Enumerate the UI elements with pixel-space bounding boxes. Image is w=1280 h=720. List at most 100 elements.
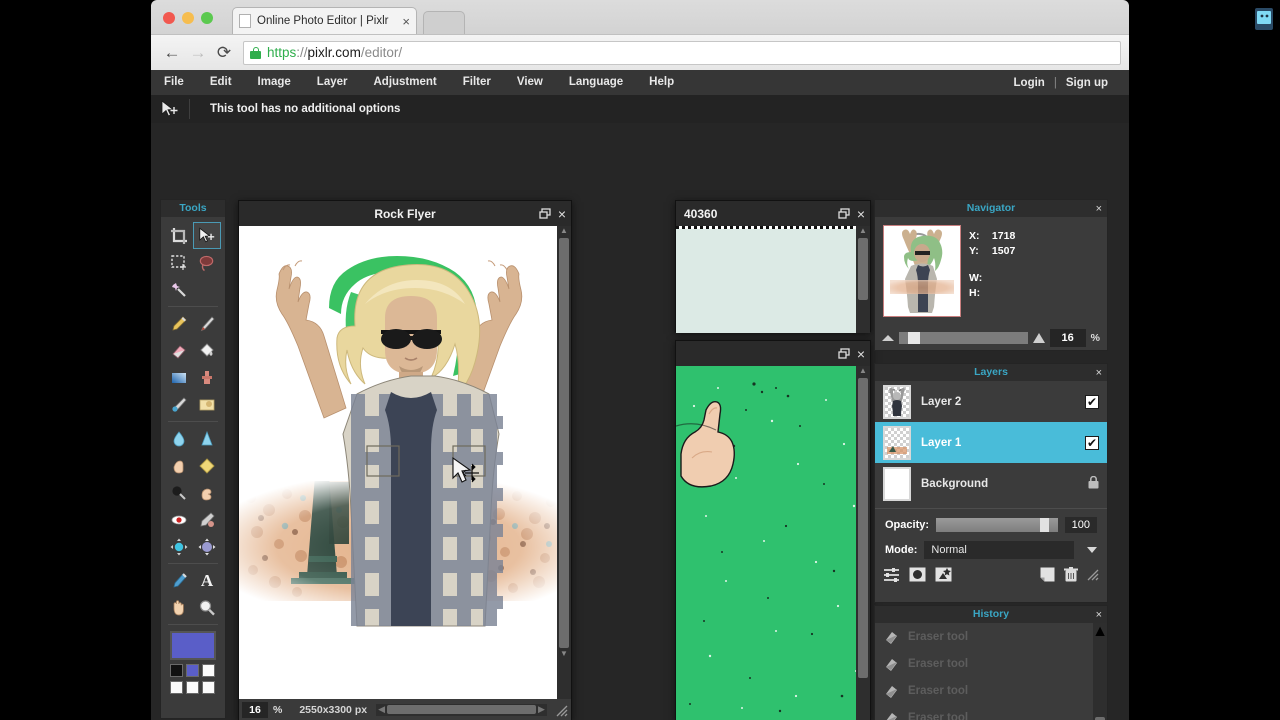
zoom-in-icon[interactable]: [1032, 333, 1045, 343]
tab-close-icon[interactable]: ×: [402, 14, 410, 29]
scroll-right-arrow[interactable]: ▶: [536, 704, 547, 715]
close-icon[interactable]: ×: [1096, 607, 1102, 624]
primary-color-swatch[interactable]: [170, 631, 216, 660]
history-list[interactable]: Eraser tool Eraser tool Eraser tool Eras…: [875, 623, 1108, 720]
layers-resize-handle[interactable]: [1087, 568, 1099, 586]
burn-tool-icon[interactable]: [193, 479, 221, 506]
history-item[interactable]: Eraser tool: [875, 704, 1107, 720]
opacity-value[interactable]: 100: [1064, 517, 1097, 533]
minimize-window-button[interactable]: [182, 12, 194, 24]
smudge-tool-icon[interactable]: [165, 452, 193, 479]
layer-row-background[interactable]: Background: [875, 463, 1107, 504]
spot-heal-tool-icon[interactable]: [193, 506, 221, 533]
back-icon[interactable]: ←: [159, 40, 185, 66]
sponge-tool-icon[interactable]: [193, 452, 221, 479]
restore-icon[interactable]: [539, 207, 551, 220]
color-replace-tool-icon[interactable]: [165, 391, 193, 418]
window-titlebar[interactable]: ×: [676, 341, 870, 366]
pinch-tool-icon[interactable]: [193, 533, 221, 560]
clone-stamp-tool-icon[interactable]: [193, 364, 221, 391]
close-icon[interactable]: ×: [1096, 201, 1102, 218]
window-canvas[interactable]: ▲: [676, 226, 870, 333]
hand-tool-icon[interactable]: [165, 594, 193, 621]
bloat-tool-icon[interactable]: [165, 533, 193, 560]
lasso-tool-icon[interactable]: [193, 249, 221, 276]
desktop-icon[interactable]: [1252, 6, 1276, 34]
mini-swatch-white-2[interactable]: [170, 681, 183, 694]
opacity-slider-handle[interactable]: [1039, 518, 1049, 532]
wand-select-tool-icon[interactable]: [165, 276, 193, 303]
image-window-rock-flyer[interactable]: Rock Flyer × ▲ ▼ 16 % 2550x3300 px ◀ ▶: [238, 200, 572, 720]
window-titlebar[interactable]: Rock Flyer ×: [239, 201, 571, 226]
blur-tool-icon[interactable]: [165, 425, 193, 452]
horizontal-scrollbar[interactable]: ◀ ▶: [376, 703, 547, 716]
window-titlebar[interactable]: 40360 ×: [676, 201, 870, 226]
login-link[interactable]: Login: [1005, 77, 1054, 89]
close-icon[interactable]: ×: [1096, 365, 1102, 382]
new-tab-button[interactable]: [423, 11, 465, 34]
mini-swatch-black[interactable]: [170, 664, 183, 677]
zoom-slider[interactable]: [899, 332, 1028, 344]
scrollbar-thumb[interactable]: [387, 705, 536, 714]
forward-icon[interactable]: →: [185, 40, 211, 66]
scrollbar-thumb[interactable]: [559, 238, 569, 648]
image-window-40360[interactable]: 40360 × ▲: [675, 200, 871, 333]
scrollbar-thumb[interactable]: [858, 378, 868, 678]
paint-bucket-tool-icon[interactable]: [193, 337, 221, 364]
drawing-tool-icon[interactable]: [193, 391, 221, 418]
maximize-window-button[interactable]: [201, 12, 213, 24]
new-layer-button[interactable]: [1040, 567, 1055, 587]
scrollbar-thumb[interactable]: [858, 238, 868, 300]
vertical-scrollbar[interactable]: ▲: [856, 366, 870, 720]
menu-item-edit[interactable]: Edit: [197, 70, 245, 95]
close-window-button[interactable]: [163, 12, 175, 24]
pencil-tool-icon[interactable]: [165, 310, 193, 337]
signup-link[interactable]: Sign up: [1057, 77, 1117, 89]
menu-item-file[interactable]: File: [151, 70, 197, 95]
blend-mode-select[interactable]: Normal: [924, 541, 1074, 559]
vertical-scrollbar[interactable]: ▲ ▼: [557, 226, 571, 699]
marquee-select-tool-icon[interactable]: [165, 249, 193, 276]
layer-visibility-checkbox[interactable]: ✔: [1085, 394, 1099, 409]
scroll-down-arrow[interactable]: ▼: [560, 649, 568, 660]
menu-item-filter[interactable]: Filter: [450, 70, 504, 95]
menu-item-language[interactable]: Language: [556, 70, 636, 95]
red-eye-tool-icon[interactable]: [165, 506, 193, 533]
zoom-out-icon[interactable]: [882, 335, 894, 341]
navigator-thumbnail[interactable]: [883, 225, 961, 317]
layer-row-layer-1[interactable]: Layer 1 ✔: [875, 422, 1107, 463]
resize-handle[interactable]: [556, 704, 568, 716]
eraser-tool-icon[interactable]: [165, 337, 193, 364]
type-tool-icon[interactable]: A: [193, 567, 221, 594]
delete-layer-button[interactable]: [1064, 567, 1078, 587]
menu-item-image[interactable]: Image: [245, 70, 304, 95]
chevron-down-icon[interactable]: [1087, 547, 1097, 553]
mini-swatch-white-3[interactable]: [186, 681, 199, 694]
add-layer-style-button[interactable]: [935, 567, 952, 587]
mini-swatch-white-1[interactable]: [202, 664, 215, 677]
gradient-tool-icon[interactable]: [165, 364, 193, 391]
mini-swatch-white-4[interactable]: [202, 681, 215, 694]
scroll-up-arrow[interactable]: ▲: [560, 226, 568, 237]
restore-icon[interactable]: [838, 347, 850, 360]
menu-item-adjustment[interactable]: Adjustment: [360, 70, 449, 95]
reload-icon[interactable]: ⟳: [211, 40, 237, 66]
layer-settings-button[interactable]: [883, 567, 900, 587]
browser-tab-active[interactable]: Online Photo Editor | Pixlr ×: [232, 7, 417, 34]
layer-row-layer-2[interactable]: Layer 2 ✔: [875, 381, 1107, 422]
scroll-up-arrow[interactable]: ▲: [1092, 623, 1108, 641]
eyedropper-tool-icon[interactable]: [165, 567, 193, 594]
window-canvas[interactable]: ▲: [676, 366, 870, 720]
menu-item-view[interactable]: View: [504, 70, 556, 95]
address-bar[interactable]: https://pixlr.com/editor/: [243, 40, 1121, 65]
history-item[interactable]: Eraser tool: [875, 650, 1107, 677]
move-tool-icon[interactable]: [193, 222, 221, 249]
restore-icon[interactable]: [838, 207, 850, 220]
mini-swatch-purple[interactable]: [186, 664, 199, 677]
image-window-green[interactable]: × ▲: [675, 340, 871, 720]
navigator-zoom-value[interactable]: 16: [1049, 329, 1086, 347]
close-icon[interactable]: ×: [857, 206, 865, 222]
history-item[interactable]: Eraser tool: [875, 623, 1107, 650]
vertical-scrollbar[interactable]: ▲: [856, 226, 870, 333]
history-scrollbar[interactable]: ▲ ▼: [1092, 623, 1108, 720]
